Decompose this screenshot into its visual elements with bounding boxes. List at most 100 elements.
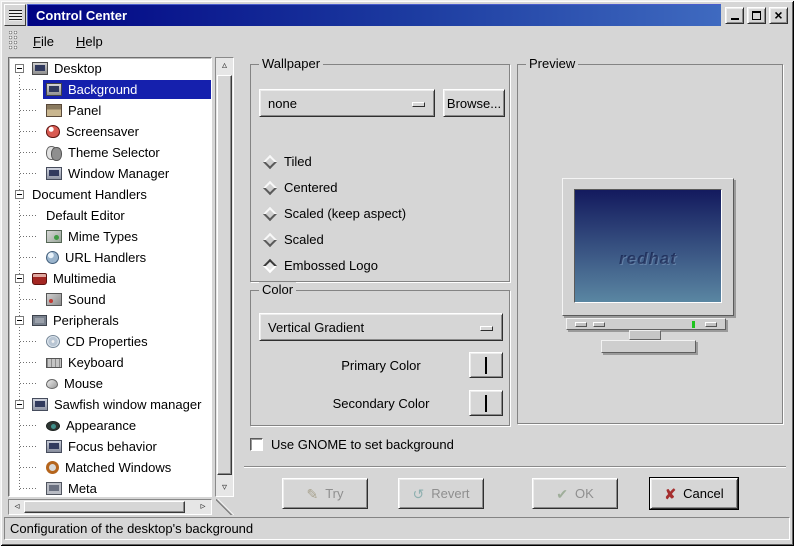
tree-item-label: Appearance [66, 418, 137, 433]
expander-minus-icon[interactable] [15, 400, 24, 409]
tree-item-content: Appearance [43, 416, 211, 435]
tree-item-peripherals[interactable]: Peripherals [9, 310, 211, 331]
radio-label: Centered [284, 180, 338, 195]
tree-item-default-editor[interactable]: Default Editor [9, 205, 211, 226]
tree-item-panel[interactable]: Panel [9, 100, 211, 121]
color-frame: Color Vertical Gradient Primary Color Se… [250, 282, 510, 426]
menubar: File Help [4, 28, 790, 54]
tree-line [9, 478, 43, 496]
radio-scaled-keep-aspect[interactable]: Scaled (keep aspect) [262, 203, 501, 224]
tree-item-content: Default Editor [43, 206, 211, 225]
scroll-down-icon[interactable]: ▿ [216, 481, 233, 495]
maximize-button[interactable] [747, 6, 766, 24]
tree-item-cd-properties[interactable]: CD Properties [9, 331, 211, 352]
tree-item-screensaver[interactable]: Screensaver [9, 121, 211, 142]
radio-embossed-logo[interactable]: Embossed Logo [262, 255, 501, 276]
tree-item-window-manager[interactable]: Window Manager [9, 163, 211, 184]
tree-item-content: Background [43, 80, 211, 99]
tree-line [9, 331, 43, 352]
tree-item-sawfish-window-manager[interactable]: Sawfish window manager [9, 394, 211, 415]
tree-item-document-handlers[interactable]: Document Handlers [9, 184, 211, 205]
browse-button[interactable]: Browse... [443, 89, 505, 117]
titlebar: Control Center × [4, 4, 790, 26]
revert-button[interactable]: ↺ Revert [398, 478, 484, 509]
secondary-color-label: Secondary Color [332, 395, 430, 411]
tree-item-label: Document Handlers [32, 187, 147, 202]
radio-label: Scaled [284, 232, 324, 247]
expander-minus-icon[interactable] [15, 274, 24, 283]
radio-centered[interactable]: Centered [262, 177, 501, 198]
radio-tiled[interactable]: Tiled [262, 151, 501, 172]
gradient-type-value: Vertical Gradient [268, 319, 365, 335]
try-icon: ✎ [306, 485, 319, 502]
tree-item-theme-selector[interactable]: Theme Selector [9, 142, 211, 163]
dropdown-indicator-icon [412, 102, 425, 107]
cancel-button[interactable]: ✘ Cancel [650, 478, 738, 509]
revert-icon: ↺ [412, 485, 425, 502]
tree-item-keyboard[interactable]: Keyboard [9, 352, 211, 373]
primary-color-row: Primary Color [259, 351, 503, 379]
maximize-icon [752, 10, 761, 20]
tree-line [9, 415, 43, 436]
tree-item-label: Peripherals [53, 313, 119, 328]
expander-minus-icon[interactable] [15, 190, 24, 199]
redhat-logo: redhat [619, 249, 677, 268]
tree-item-matched-windows[interactable]: Matched Windows [9, 457, 211, 478]
gradient-type-select[interactable]: Vertical Gradient [259, 313, 503, 341]
tree-item-url-handlers[interactable]: URL Handlers [9, 247, 211, 268]
tree-item-mouse[interactable]: Mouse [9, 373, 211, 394]
tree-line [9, 100, 43, 121]
tree-item-meta[interactable]: Meta [9, 478, 211, 496]
menu-file[interactable]: File [25, 32, 62, 51]
sound-icon [46, 293, 62, 306]
desktop-icon [32, 62, 48, 75]
use-gnome-checkbox[interactable] [250, 438, 263, 451]
ok-button[interactable]: ✔ OK [532, 478, 618, 509]
window-controls: × [721, 4, 790, 26]
tree-item-label: Background [68, 82, 138, 97]
titlebar-gradient[interactable]: Control Center [27, 4, 721, 26]
button-separator [244, 466, 786, 468]
tree-item-multimedia[interactable]: Multimedia [9, 268, 211, 289]
tree-item-sound[interactable]: Sound [9, 289, 211, 310]
tree-item-focus-behavior[interactable]: Focus behavior [9, 436, 211, 457]
tree-item-appearance[interactable]: Appearance [9, 415, 211, 436]
peripherals-icon [32, 315, 47, 326]
button-label: OK [574, 486, 594, 501]
window-menu-button[interactable] [4, 4, 26, 26]
radio-scaled[interactable]: Scaled [262, 229, 501, 250]
radio-button-icon [262, 232, 278, 247]
tree-vertical-scrollbar[interactable]: ▵ ▿ [215, 57, 234, 497]
tree-item-content: Peripherals [29, 311, 211, 330]
tree-horizontal-scrollbar[interactable]: ◃ ▹ [8, 499, 212, 515]
tree-line [9, 352, 43, 373]
close-button[interactable]: × [769, 6, 788, 24]
radio-button-icon [262, 154, 278, 169]
button-label: Cancel [683, 486, 724, 501]
menubar-grip[interactable] [9, 31, 19, 51]
scroll-right-icon[interactable]: ▹ [196, 500, 210, 514]
tree-item-background[interactable]: Background [9, 79, 211, 100]
scroll-left-icon[interactable]: ◃ [10, 500, 24, 514]
secondary-color-swatch[interactable] [469, 390, 503, 416]
tree-item-content: Screensaver [43, 122, 211, 141]
capplet-tree-panel: Desktop Background Panel Screensaver Theme S… [8, 57, 236, 515]
tree-item-mime-types[interactable]: Mime Types [9, 226, 211, 247]
monitor-base [601, 340, 696, 353]
mime-types-icon [46, 230, 62, 243]
try-button[interactable]: ✎ Try [282, 478, 368, 509]
expander-minus-icon[interactable] [15, 64, 24, 73]
wallpaper-file-select[interactable]: none [259, 89, 435, 117]
menu-help[interactable]: Help [68, 32, 111, 51]
sawfish-icon [32, 398, 48, 411]
vertical-scrollbar-thumb[interactable] [217, 75, 232, 475]
action-button-row: ✎ Try ↺ Revert ✔ OK ✘ Cancel [244, 478, 790, 509]
tree-item-desktop[interactable]: Desktop [9, 58, 211, 79]
minimize-button[interactable] [725, 6, 744, 24]
window-menu-icon [8, 9, 22, 21]
resize-grip-icon[interactable] [216, 499, 234, 515]
scroll-up-icon[interactable]: ▵ [216, 59, 233, 73]
primary-color-swatch[interactable] [469, 352, 503, 378]
horizontal-scrollbar-thumb[interactable] [24, 501, 185, 513]
expander-minus-icon[interactable] [15, 316, 24, 325]
